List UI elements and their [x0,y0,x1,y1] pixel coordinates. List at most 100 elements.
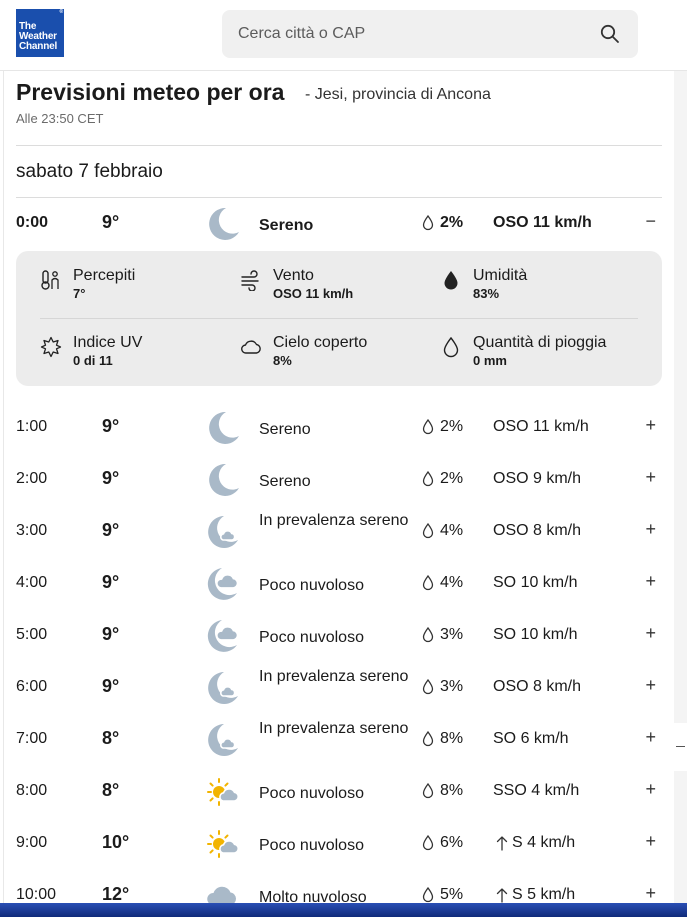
hour-condition: Poco nuvoloso [259,577,364,594]
hour-row[interactable]: 8:00 8° Poco nuvoloso 8% SSO 4 km/h + [16,766,662,818]
hour-condition: In prevalenza sereno [259,668,409,685]
os-taskbar [0,903,687,917]
precip-drop-icon [422,679,434,695]
hour-wind: SSO 4 km/h [493,782,580,799]
detail-label: Cielo coperto [273,334,368,351]
hour-wind: OSO 11 km/h [493,214,592,231]
detail-label: Quantità di pioggia [473,334,607,351]
hour-precip: 3% [440,678,464,695]
hour-precip: 2% [440,214,464,231]
hour-row[interactable]: 2:00 9° Sereno 2% OSO 9 km/h + [16,454,662,506]
hour-precip: 5% [440,886,464,903]
expand-button[interactable]: + [645,831,656,852]
hour-condition: In prevalenza sereno [259,512,409,529]
thermometer-icon [41,270,59,290]
left-divider [3,71,4,917]
hour-condition: Poco nuvoloso [259,785,364,802]
moon-cloud-icon [207,620,239,652]
detail-wind: Vento OSO 11 km/h [240,267,430,307]
detail-label: Percepiti [73,267,136,284]
precip-drop-icon [422,835,434,851]
hour-precip: 4% [440,574,464,591]
logo-registered-mark: ® [59,9,64,15]
hour-temp: 9° [102,572,120,592]
moon-cloud-icon [207,568,239,600]
hour-wind: S 5 km/h [512,886,576,903]
wind-icon [241,270,259,291]
hour-row[interactable]: 1:00 9° Sereno 2% OSO 11 km/h + [16,402,662,454]
hour-temp: 8° [102,780,120,800]
page-title: Previsioni meteo per ora [16,79,285,105]
expand-button[interactable]: + [645,675,656,696]
expand-button[interactable]: + [645,883,656,904]
hour-wind: OSO 8 km/h [493,522,582,539]
hour-temp: 9° [102,676,120,696]
hour-row[interactable]: 4:00 9° Poco nuvoloso 4% SO 10 km/h + [16,558,662,610]
humidity-drop-icon [444,271,458,290]
wind-direction-arrow-icon [496,888,508,903]
hour-wind: OSO 8 km/h [493,678,582,695]
search-input[interactable]: Cerca città o CAP [222,10,638,58]
wind-direction-arrow-icon [496,836,508,851]
hour-temp: 8° [102,728,120,748]
hour-precip: 4% [440,522,464,539]
detail-label: Vento [273,267,314,284]
hour-row[interactable]: 5:00 9° Poco nuvoloso 3% SO 10 km/h + [16,610,662,662]
hour-time: 0:00 [16,214,49,231]
detail-rain-amount: Quantità di pioggia 0 mm [440,334,630,374]
moon-icon [209,463,239,496]
hour-precip: 8% [440,782,464,799]
hour-wind: OSO 9 km/h [493,470,582,487]
hour-temp: 9° [102,212,120,232]
details-divider [40,318,638,319]
expand-button[interactable]: + [645,519,656,540]
hour-row[interactable]: 6:00 9° In prevalenza sereno 3% OSO 8 km/h + [16,662,662,714]
hour-temp: 9° [102,468,120,488]
detail-humidity: Umidità 83% [440,267,630,307]
hour-temp: 9° [102,416,120,436]
precip-drop-icon [422,471,434,487]
expand-button[interactable]: + [645,727,656,748]
search-icon[interactable] [600,24,620,44]
expand-button[interactable]: + [645,467,656,488]
hour-condition: Poco nuvoloso [259,629,364,646]
collapse-button[interactable]: − [645,211,656,232]
hour-wind: OSO 11 km/h [493,418,589,435]
sun-cloud-icon [207,830,240,858]
hour-row[interactable]: 9:00 10° Poco nuvoloso 6% S 4 km/h + [16,818,662,870]
hour-temp: 12° [102,884,130,904]
scrollbar[interactable] [674,71,687,917]
detail-value: OSO 11 km/h [273,286,354,301]
expand-button[interactable]: + [645,779,656,800]
hour-row[interactable]: 7:00 8° In prevalenza sereno 8% SO 6 km/h + [16,714,662,766]
hour-condition: Sereno [259,421,311,438]
detail-label: Indice UV [73,334,143,351]
hour-precip: 2% [440,418,464,435]
hour-precip: 6% [440,834,464,851]
hour-row-expanded[interactable]: 0:00 9° Sereno 2% OSO 11 km/h − [16,198,662,250]
weather-channel-logo[interactable]: ® The Weather Channel [16,9,64,57]
moon-small-cloud-icon [208,672,238,704]
precip-drop-icon [422,783,434,799]
detail-value: 0 mm [473,353,507,368]
scrollbar-gap [674,723,687,771]
uv-sun-icon [40,336,62,358]
detail-value: 0 di 11 [73,353,113,368]
hour-condition: Sereno [259,473,311,490]
scrollbar-marker [676,746,685,747]
expand-button[interactable]: + [645,623,656,644]
hour-time: 7:00 [16,730,48,747]
moon-small-cloud-icon [208,516,238,548]
location-label: - Jesi, provincia di Ancona [305,86,491,103]
expand-button[interactable]: + [645,571,656,592]
hour-row[interactable]: 3:00 9° In prevalenza sereno 4% OSO 8 km/h + [16,506,662,558]
hour-time: 1:00 [16,418,48,435]
hour-precip: 3% [440,626,464,643]
hour-details-panel: Percepiti 7° Vento OSO 11 km/h Umidità 8… [16,251,662,386]
detail-label: Umidità [473,267,528,284]
hour-wind: SO 10 km/h [493,574,578,591]
precip-drop-icon [422,575,434,591]
expand-button[interactable]: + [645,415,656,436]
precip-drop-icon [422,215,434,231]
hour-wind: SO 10 km/h [493,626,578,643]
